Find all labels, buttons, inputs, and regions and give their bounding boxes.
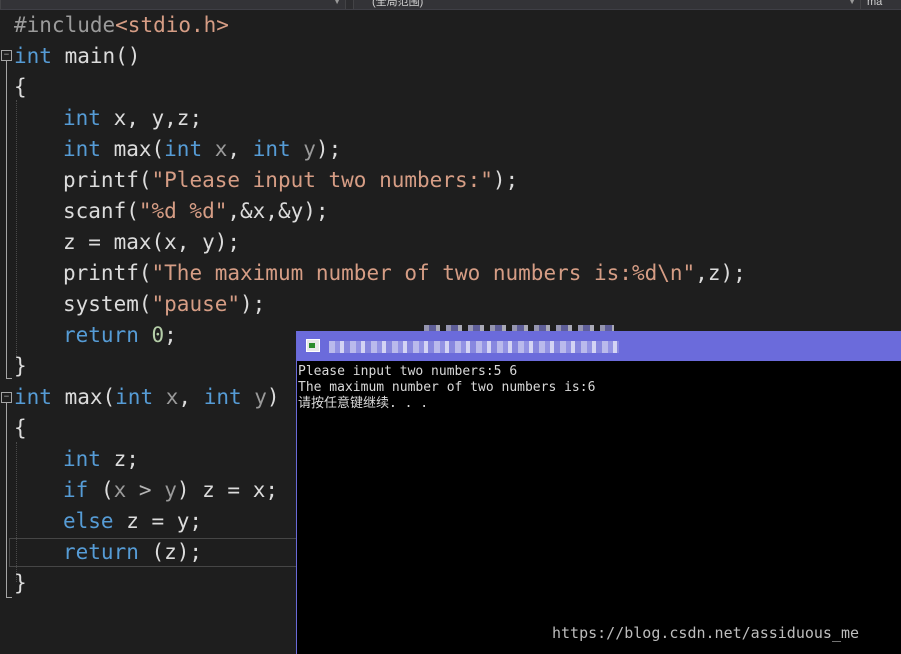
code-text: ); [240, 292, 266, 316]
scope-dropdown[interactable]: ▼ [0, 0, 346, 9]
console-line: The maximum number of two numbers is:6 [298, 380, 596, 395]
parameter: y [241, 385, 267, 409]
code-line-14: { [14, 413, 27, 444]
parameter: y [164, 478, 177, 502]
code-line-1: #include<stdio.h> [14, 10, 229, 41]
string-literal: "pause" [151, 292, 241, 316]
console-line: 请按任意键继续. . . [298, 396, 429, 411]
string-literal: "The maximum number of two numbers is:%d… [151, 261, 696, 285]
members-dropdown[interactable]: (全局范围) ▼ [353, 0, 861, 9]
number-literal: 0 [138, 323, 165, 347]
code-line-7: scanf("%d %d",&x,&y); [63, 196, 329, 227]
keyword: int [63, 106, 101, 130]
parameter: x [153, 385, 179, 409]
include-path: <stdio.h> [115, 13, 229, 37]
code-text: x, y,z; [100, 106, 203, 130]
code-text: max( [51, 385, 116, 409]
string-literal: "%d %d" [138, 199, 228, 223]
code-line-16: if (x > y) z = x; [63, 475, 278, 506]
fold-guide [6, 61, 7, 379]
members-dropdown-value: (全局范围) [372, 0, 424, 8]
code-line-8: z = max(x, y); [63, 227, 240, 258]
code-text: { [14, 416, 27, 440]
code-line-18: return (z); [63, 537, 202, 568]
keyword: int [14, 385, 52, 409]
code-text: system( [63, 292, 152, 316]
code-line-3: { [14, 72, 27, 103]
keyword: return [63, 323, 139, 347]
collapse-icon[interactable]: − [1, 392, 12, 403]
keyword: int [203, 385, 242, 409]
parameter: x [113, 478, 127, 502]
code-text: } [14, 571, 27, 595]
code-line-4: int x, y,z; [63, 103, 202, 134]
code-line-5: int max(int x, int y); [63, 134, 341, 165]
keyword: int [115, 385, 154, 409]
code-text: , [178, 385, 204, 409]
keyword: if [63, 478, 89, 502]
code-line-15: int z; [63, 444, 139, 475]
obscured-window-title [329, 341, 619, 353]
code-text: printf( [63, 168, 152, 192]
code-line-13: int max(int x, int y) [14, 382, 280, 413]
code-text: z = y; [113, 509, 203, 533]
code-text: ( [88, 478, 114, 502]
code-text: } [14, 354, 27, 378]
code-text: { [14, 75, 27, 99]
code-text: scanf( [63, 199, 139, 223]
indent-guide [16, 100, 17, 360]
keyword: int [252, 137, 291, 161]
console-line: Please input two numbers:5 6 [298, 364, 518, 379]
code-line-19: } [14, 568, 27, 599]
code-text: , [227, 137, 253, 161]
chevron-down-icon: ▼ [333, 0, 341, 6]
keyword: else [63, 509, 114, 533]
code-line-11: return 0; [63, 320, 177, 351]
code-line-6: printf("Please input two numbers:"); [63, 165, 518, 196]
fold-guide [6, 403, 7, 598]
code-line-2: int main() [14, 41, 140, 72]
code-text: printf( [63, 261, 152, 285]
watermark: https://blog.csdn.net/assiduous_me [552, 624, 860, 642]
code-line-10: system("pause"); [63, 289, 265, 320]
code-text: z = max(x, y); [63, 230, 241, 254]
keyword: int [164, 137, 203, 161]
keyword: int [63, 447, 101, 471]
parameter: y [290, 137, 316, 161]
console-window[interactable]: Please input two numbers:5 6 The maximum … [296, 331, 901, 654]
keyword: int [63, 137, 101, 161]
string-literal: "Please input two numbers:" [151, 168, 493, 192]
console-app-icon [306, 339, 320, 352]
code-text: ; [164, 323, 177, 347]
console-output: Please input two numbers:5 6 The maximum … [298, 364, 898, 412]
navigation-bar: ▼ (全局范围) ▼ ma [0, 0, 901, 10]
code-line-9: printf("The maximum number of two number… [63, 258, 746, 289]
fold-guide-end [6, 378, 12, 379]
keyword: int [14, 44, 52, 68]
fold-guide-end [6, 597, 12, 598]
parameter: x [202, 137, 228, 161]
code-text: ) z = x; [176, 478, 278, 502]
code-text: z; [100, 447, 139, 471]
function-dropdown-value: ma [867, 0, 883, 8]
code-text: ,z); [695, 261, 746, 285]
code-text: ); [315, 137, 342, 161]
operator: > [126, 478, 165, 502]
code-text: ,&x,&y); [227, 199, 329, 223]
code-line-12: } [14, 351, 27, 382]
preprocessor-directive: #include [14, 13, 116, 37]
code-line-17: else z = y; [63, 506, 202, 537]
collapse-icon[interactable]: − [1, 50, 12, 61]
code-text: (z); [138, 540, 203, 564]
chevron-down-icon: ▼ [848, 0, 856, 6]
code-text: ) [266, 385, 280, 409]
console-title-bar[interactable] [297, 331, 901, 361]
code-text: main() [51, 44, 141, 68]
code-text: ); [492, 168, 519, 192]
function-dropdown[interactable]: ma [860, 0, 901, 9]
code-text: max( [100, 137, 165, 161]
keyword: return [63, 540, 139, 564]
